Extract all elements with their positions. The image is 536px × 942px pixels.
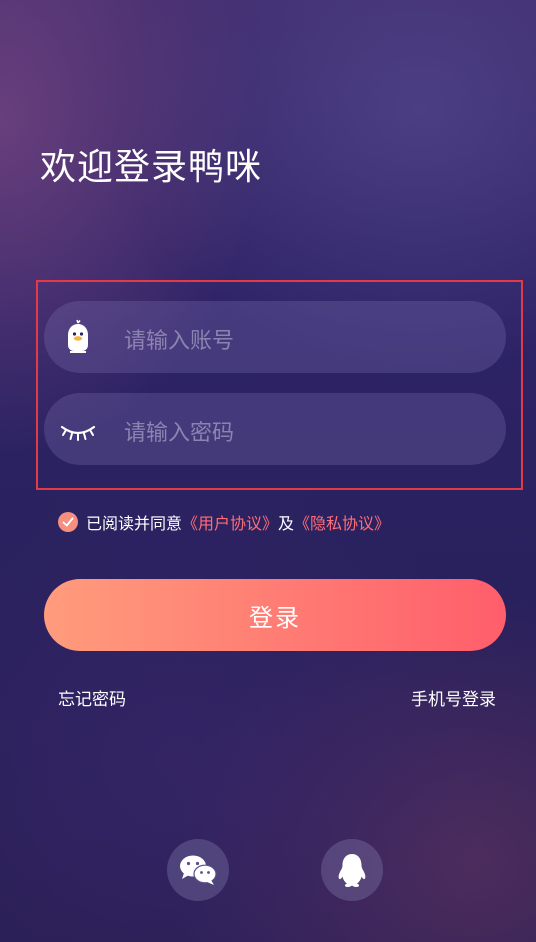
password-field[interactable]: 请输入密码 xyxy=(44,393,506,465)
wechat-icon xyxy=(180,855,217,885)
agreement-row: 已阅读并同意 《用户协议》 及 《隐私协议》 xyxy=(58,510,390,534)
account-input[interactable]: 请输入账号 xyxy=(124,323,234,355)
closed-eye-icon xyxy=(60,411,96,447)
phone-login-link[interactable]: 手机号登录 xyxy=(411,685,496,710)
user-agreement-link[interactable]: 《用户协议》 xyxy=(182,510,278,534)
wechat-login-button[interactable] xyxy=(167,839,229,901)
duck-avatar-icon xyxy=(60,319,96,355)
qq-penguin-icon xyxy=(338,854,366,888)
account-field[interactable]: 请输入账号 xyxy=(44,301,506,373)
login-button-label: 登录 xyxy=(249,603,301,632)
agreement-text: 已阅读并同意 xyxy=(86,514,183,533)
forgot-password-link[interactable]: 忘记密码 xyxy=(58,685,126,710)
page-title: 欢迎登录鸭咪 xyxy=(40,147,263,188)
agreement-conjunction: 及 xyxy=(278,514,295,533)
privacy-policy-link[interactable]: 《隐私协议》 xyxy=(294,510,390,534)
login-button[interactable]: 登录 xyxy=(44,579,506,651)
check-icon xyxy=(62,517,74,527)
agreement-checkbox[interactable] xyxy=(58,512,78,532)
password-input[interactable]: 请输入密码 xyxy=(124,415,234,447)
qq-login-button[interactable] xyxy=(321,839,383,901)
